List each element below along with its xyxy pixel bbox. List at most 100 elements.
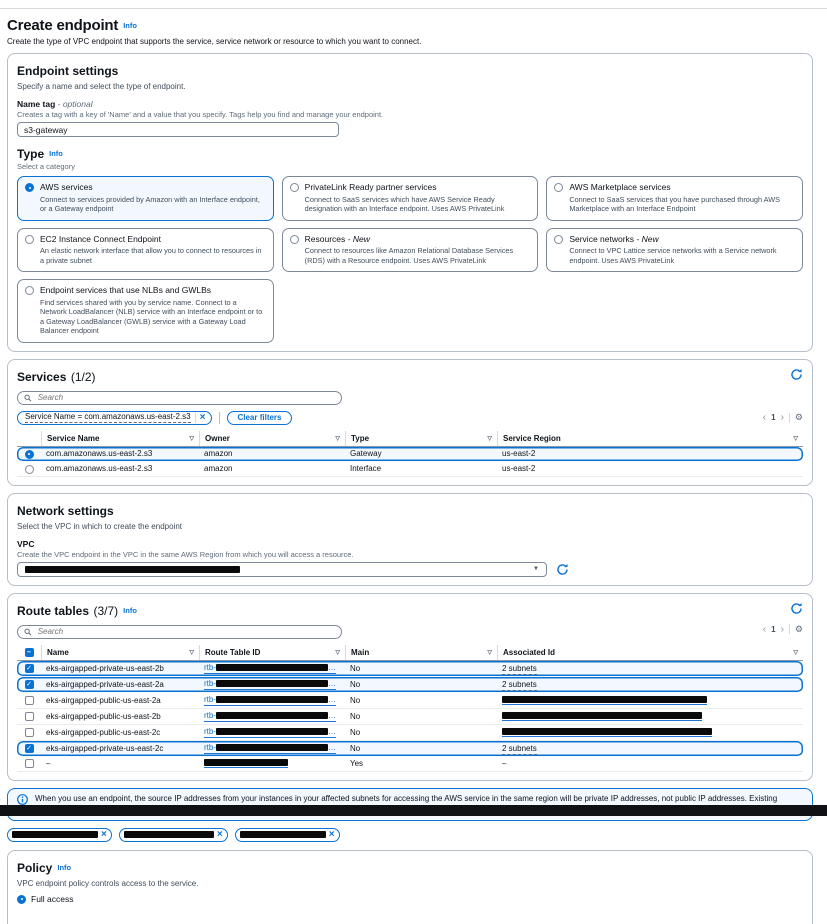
- type-card-ec2-instance-connect[interactable]: EC2 Instance Connect Endpoint An elastic…: [17, 228, 274, 273]
- policy-info-link[interactable]: Info: [57, 863, 71, 872]
- type-card-aws-services[interactable]: AWS services Connect to services provide…: [17, 176, 274, 221]
- associated-subnets-link[interactable]: 2 subnets: [502, 664, 537, 675]
- column-header-main[interactable]: Main▽: [345, 645, 497, 660]
- subnet-chip[interactable]: ×: [7, 828, 112, 842]
- services-title: Services (1/2): [17, 368, 96, 386]
- sort-icon[interactable]: ▽: [335, 435, 340, 442]
- sort-icon[interactable]: ▽: [487, 649, 492, 656]
- route-table-row[interactable]: – Yes –: [17, 757, 803, 772]
- next-page-icon[interactable]: ›: [781, 624, 784, 635]
- name-tag-input[interactable]: [17, 122, 339, 137]
- page-number[interactable]: 1: [771, 413, 775, 422]
- column-header-type[interactable]: Type▽: [345, 431, 497, 446]
- route-table-row[interactable]: eks-airgapped-public-us-east-2b rtb-… No: [17, 709, 803, 725]
- radio-icon[interactable]: [554, 235, 563, 244]
- subnet-chip[interactable]: ×: [119, 828, 228, 842]
- settings-gear-icon[interactable]: ⚙: [795, 412, 803, 423]
- radio-icon[interactable]: [290, 183, 299, 192]
- refresh-icon[interactable]: [790, 368, 803, 381]
- type-card-service-networks[interactable]: Service networks - New Connect to VPC La…: [546, 228, 803, 273]
- route-table-id-link[interactable]: rtb-…: [204, 711, 336, 722]
- endpoint-settings-title: Endpoint settings: [17, 64, 118, 78]
- route-table-id-link[interactable]: rtb-…: [204, 727, 336, 738]
- redacted-chip-text: [124, 831, 214, 838]
- checkbox-unchecked[interactable]: [25, 759, 34, 768]
- remove-chip-icon[interactable]: ×: [217, 830, 223, 840]
- full-access-option[interactable]: Full access: [17, 894, 803, 904]
- service-row-gateway[interactable]: com.amazonaws.us-east-2.s3 amazon Gatewa…: [17, 447, 803, 462]
- type-card-description: An elastic network interface that allow …: [40, 246, 265, 265]
- previous-page-icon[interactable]: ‹: [763, 412, 766, 423]
- service-name-filter-chip[interactable]: Service Name = com.amazonaws.us-east-2.s…: [17, 411, 212, 425]
- column-header-service-name[interactable]: Service Name▽: [41, 431, 199, 446]
- associated-subnets-link[interactable]: 2 subnets: [502, 744, 537, 755]
- route-tables-card: Route tables (3/7)Info ‹ 1 › ⚙ – Name▽ R…: [7, 593, 813, 781]
- route-tables-search[interactable]: [17, 625, 342, 639]
- type-subtitle: Select a category: [17, 162, 803, 171]
- cell-name: eks-airgapped-private-us-east-2c: [41, 742, 199, 755]
- sort-icon[interactable]: ▽: [189, 649, 194, 656]
- route-table-row[interactable]: ✓ eks-airgapped-private-us-east-2b rtb-……: [17, 661, 803, 677]
- vpc-select[interactable]: ▼: [17, 562, 547, 577]
- page-info-link[interactable]: Info: [123, 21, 137, 30]
- column-header-associated-id[interactable]: Associated Id▽: [497, 645, 803, 660]
- sort-icon[interactable]: ▽: [335, 649, 340, 656]
- route-table-row[interactable]: ✓ eks-airgapped-private-us-east-2c rtb-……: [17, 741, 803, 757]
- checkbox-checked[interactable]: ✓: [25, 744, 34, 753]
- associated-subnets-link[interactable]: 2 subnets: [502, 680, 537, 691]
- route-table-row[interactable]: eks-airgapped-public-us-east-2c rtb-… No: [17, 725, 803, 741]
- checkbox-checked[interactable]: ✓: [25, 664, 34, 673]
- route-table-id-link[interactable]: rtb-…: [204, 663, 336, 674]
- refresh-icon[interactable]: [790, 602, 803, 615]
- subnet-chip[interactable]: ×: [235, 828, 340, 842]
- next-page-icon[interactable]: ›: [781, 412, 784, 423]
- remove-chip-icon[interactable]: ×: [329, 830, 335, 840]
- select-all-checkbox[interactable]: –: [25, 648, 34, 657]
- column-header-route-table-id[interactable]: Route Table ID▽: [199, 645, 345, 660]
- route-tables-info-link[interactable]: Info: [123, 606, 137, 615]
- sort-icon[interactable]: ▽: [487, 435, 492, 442]
- refresh-icon[interactable]: [556, 563, 569, 576]
- route-table-row[interactable]: eks-airgapped-public-us-east-2a rtb-… No: [17, 693, 803, 709]
- type-card-marketplace[interactable]: AWS Marketplace services Connect to SaaS…: [546, 176, 803, 221]
- previous-page-icon[interactable]: ‹: [763, 624, 766, 635]
- radio-selected-icon[interactable]: [17, 895, 26, 904]
- column-header-owner[interactable]: Owner▽: [199, 431, 345, 446]
- type-card-title: Endpoint services that use NLBs and GWLB…: [40, 285, 265, 296]
- column-header-name[interactable]: Name▽: [41, 645, 199, 660]
- remove-chip-icon[interactable]: ×: [101, 830, 107, 840]
- type-card-privatelink-partner[interactable]: PrivateLink Ready partner services Conne…: [282, 176, 539, 221]
- sort-icon[interactable]: ▽: [189, 435, 194, 442]
- route-tables-search-input[interactable]: [36, 626, 335, 637]
- services-search[interactable]: [17, 391, 342, 405]
- sort-icon[interactable]: ▽: [793, 435, 798, 442]
- type-card-nlb-gwlb-services[interactable]: Endpoint services that use NLBs and GWLB…: [17, 279, 274, 343]
- radio-icon[interactable]: [25, 235, 34, 244]
- redacted-id: [216, 712, 328, 719]
- checkbox-unchecked[interactable]: [25, 728, 34, 737]
- checkbox-unchecked[interactable]: [25, 696, 34, 705]
- radio-selected-icon[interactable]: [25, 450, 34, 459]
- checkbox-unchecked[interactable]: [25, 712, 34, 721]
- radio-icon[interactable]: [25, 286, 34, 295]
- route-table-id-link[interactable]: rtb-…: [204, 743, 336, 754]
- type-card-resources[interactable]: Resources - New Connect to resources lik…: [282, 228, 539, 273]
- route-table-id-link[interactable]: [204, 759, 288, 768]
- page-number[interactable]: 1: [771, 625, 775, 634]
- radio-selected-icon[interactable]: [25, 183, 34, 192]
- services-search-input[interactable]: [36, 392, 335, 403]
- route-table-id-link[interactable]: rtb-…: [204, 695, 336, 706]
- radio-icon[interactable]: [25, 465, 34, 474]
- sort-icon[interactable]: ▽: [793, 649, 798, 656]
- service-row-interface[interactable]: com.amazonaws.us-east-2.s3 amazon Interf…: [17, 462, 803, 477]
- checkbox-checked[interactable]: ✓: [25, 680, 34, 689]
- column-header-service-region[interactable]: Service Region▽: [497, 431, 803, 446]
- settings-gear-icon[interactable]: ⚙: [795, 624, 803, 635]
- radio-icon[interactable]: [554, 183, 563, 192]
- radio-icon[interactable]: [290, 235, 299, 244]
- clear-filters-button[interactable]: Clear filters: [227, 411, 291, 425]
- type-info-link[interactable]: Info: [49, 149, 63, 158]
- route-table-row[interactable]: ✓ eks-airgapped-private-us-east-2a rtb-……: [17, 677, 803, 693]
- route-table-id-link[interactable]: rtb-…: [204, 679, 336, 690]
- remove-filter-icon[interactable]: ×: [195, 413, 210, 423]
